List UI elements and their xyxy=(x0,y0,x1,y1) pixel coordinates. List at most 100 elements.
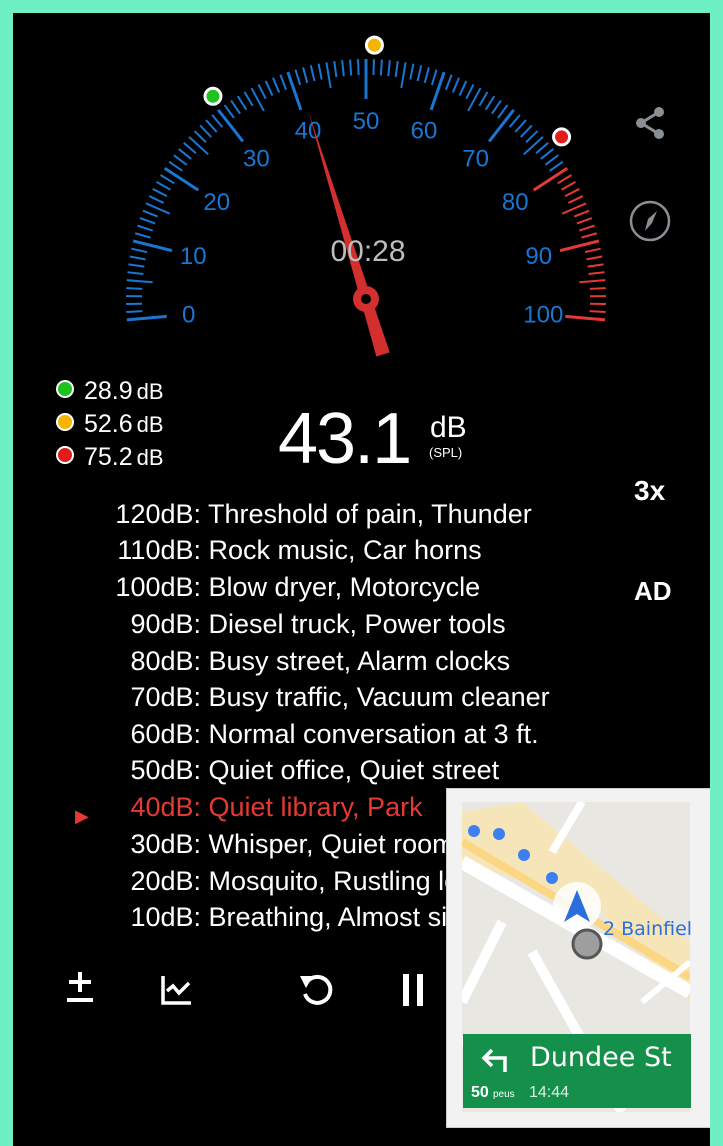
table-row: 60dB: Normal conversation at 3 ft. xyxy=(13,716,539,752)
row-desc: Whisper, Quiet room xyxy=(208,829,455,859)
gauge-tick xyxy=(581,232,598,239)
gauge-tick xyxy=(532,167,569,192)
gauge-scale-label: 30 xyxy=(243,146,270,173)
gauge-tick xyxy=(309,65,316,82)
gauge-tick xyxy=(557,174,573,185)
gauge-tick xyxy=(423,67,430,84)
row-level: 70dB: xyxy=(130,682,201,712)
gauge-tick xyxy=(394,60,399,78)
gauge-tick xyxy=(430,69,438,86)
needle-hub-center xyxy=(361,294,371,304)
gauge-tick xyxy=(142,209,159,218)
gauge-scale-label: 60 xyxy=(411,118,438,145)
gauge-tick xyxy=(491,99,502,115)
gauge-tick xyxy=(126,310,143,313)
gauge-tick xyxy=(565,314,606,322)
share-icon[interactable] xyxy=(632,105,668,146)
gauge-tick xyxy=(349,59,353,76)
table-row: 20dB: Mosquito, Rustling leaves xyxy=(13,863,516,899)
gauge-tick xyxy=(188,136,209,156)
gauge-tick xyxy=(341,60,345,77)
row-desc: Rock music, Car horns xyxy=(208,535,482,565)
navigation-banner[interactable]: Dundee St 50 peus 14:44 xyxy=(463,1034,691,1108)
reset-icon[interactable] xyxy=(297,970,337,1015)
gauge-tick xyxy=(465,83,475,100)
gauge-scale-label: 50 xyxy=(353,108,380,135)
turn-distance: 50 xyxy=(471,1084,489,1101)
row-level: 120dB: xyxy=(115,499,201,529)
gauge-tick xyxy=(205,119,218,133)
row-level: 40dB: xyxy=(130,792,201,822)
turn-distance-unit: peus xyxy=(493,1089,515,1100)
ad-button[interactable]: AD xyxy=(634,576,672,607)
avg-dot-icon xyxy=(56,413,74,432)
chart-icon[interactable] xyxy=(160,973,194,1012)
gauge-scale-label: 100 xyxy=(523,302,563,329)
gauge-tick xyxy=(387,60,391,77)
pause-icon[interactable] xyxy=(399,970,429,1015)
gauge-tick xyxy=(416,65,423,82)
gauge-tick xyxy=(400,62,407,89)
gauge-tick xyxy=(379,59,383,76)
gauge-tick xyxy=(230,99,241,115)
gauge-tick xyxy=(578,224,595,232)
gauge-tick xyxy=(444,74,453,91)
row-desc: Quiet office, Quiet street xyxy=(208,755,500,785)
gauge-tick xyxy=(302,67,309,84)
gauge-tick xyxy=(173,154,188,166)
gauge-tick xyxy=(152,188,168,198)
table-row: 50dB: Quiet office, Quiet street xyxy=(13,752,499,788)
reading-unit: dB xyxy=(430,411,467,444)
gauge-tick xyxy=(559,239,600,253)
gauge-tick xyxy=(523,136,544,156)
map-street-label: 2 Bainfiel xyxy=(603,918,693,940)
table-row: 10dB: Breathing, Almost silence xyxy=(13,899,511,935)
min-level-stat: 28.9 dB xyxy=(56,377,164,406)
plus-minus-icon[interactable] xyxy=(63,968,97,1013)
gauge-tick xyxy=(586,255,603,261)
row-level: 10dB: xyxy=(130,902,201,932)
current-level-marker-icon: ▶ xyxy=(75,806,89,826)
gauge-tick xyxy=(458,80,468,96)
max-level-stat: 75.2 dB xyxy=(56,443,164,472)
row-level: 30dB: xyxy=(130,829,201,859)
gauge-tick xyxy=(561,181,576,191)
gauge-tick xyxy=(497,104,509,119)
elapsed-timer: 00:28 xyxy=(330,235,406,268)
row-desc: Blow dryer, Motorcycle xyxy=(208,572,481,602)
gauge-tick xyxy=(199,124,212,138)
gauge-tick xyxy=(279,74,288,91)
max-value: 75.2 xyxy=(84,443,133,471)
gauge-tick xyxy=(223,104,235,119)
next-street-name: Dundee St xyxy=(530,1042,672,1073)
gauge-tick xyxy=(567,195,584,204)
row-desc: Diesel truck, Power tools xyxy=(208,609,506,639)
gauge-tick xyxy=(508,114,521,128)
compass-icon[interactable] xyxy=(628,199,672,248)
turn-left-arrow-icon xyxy=(477,1044,513,1081)
table-row: 100dB: Blow dryer, Motorcycle xyxy=(13,569,480,605)
gauge-scale-label: 10 xyxy=(180,243,207,270)
gauge-tick xyxy=(544,154,559,166)
gauge-tick xyxy=(520,124,533,138)
gauge-tick xyxy=(159,174,175,185)
gauge-tick xyxy=(257,83,267,100)
row-level: 110dB: xyxy=(117,535,201,565)
table-row: 30dB: Whisper, Quiet room xyxy=(13,826,455,862)
row-desc: Normal conversation at 3 ft. xyxy=(208,719,539,749)
gauge-tick xyxy=(451,77,460,93)
gauge-tick xyxy=(183,142,197,154)
gauge-tick xyxy=(168,160,183,172)
sound-meter-screen: 0 10 20 30 40 50 60 70 80 90 100 00:28 28.9 dB 52.6… xyxy=(13,13,710,1146)
gauge-tick xyxy=(137,224,154,232)
speed-button[interactable]: 3x xyxy=(634,475,665,507)
gauge-tick xyxy=(211,114,224,128)
gauge-scale-label: 0 xyxy=(182,302,195,329)
gauge-tick xyxy=(272,77,281,93)
gauge-tick xyxy=(357,59,360,76)
navigation-map-popup[interactable]: 2 Bainfiel Dundee St 50 peus 14:44 xyxy=(446,788,710,1128)
gauge-tick xyxy=(584,247,601,254)
reading-weighting: (SPL) xyxy=(429,445,463,460)
gauge-tick xyxy=(132,239,173,253)
sound-gauge: 010203040 50 60708090100 xyxy=(126,35,606,357)
